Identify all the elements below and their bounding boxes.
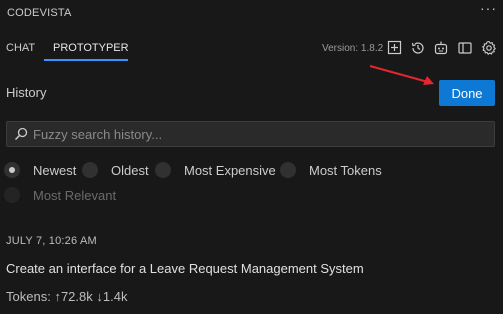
sort-option-newest[interactable]: Newest bbox=[4, 161, 76, 179]
sort-option-most-expensive[interactable]: Most Expensive bbox=[155, 161, 276, 179]
app-title: CODEVISTA bbox=[7, 7, 72, 19]
history-entry-title[interactable]: Create an interface for a Leave Request … bbox=[6, 261, 364, 276]
more-actions-icon[interactable]: ··· bbox=[480, 0, 497, 16]
radio-icon bbox=[155, 162, 171, 178]
search-input[interactable] bbox=[33, 122, 488, 146]
search-box bbox=[6, 121, 495, 147]
radio-icon bbox=[82, 162, 98, 178]
tokens-up-value: 72.8k bbox=[60, 289, 93, 304]
sort-option-label: Oldest bbox=[111, 162, 149, 178]
tab-chat[interactable]: CHAT bbox=[6, 42, 35, 54]
robot-icon[interactable] bbox=[433, 40, 449, 56]
history-icon[interactable] bbox=[410, 40, 426, 56]
version-label: Version: 1.8.2 bbox=[322, 43, 384, 54]
sort-option-most-relevant: Most Relevant bbox=[4, 186, 116, 204]
annotation-arrow bbox=[369, 65, 434, 85]
panel-icon[interactable] bbox=[457, 40, 473, 56]
title-bar: CODEVISTA ··· bbox=[0, 0, 503, 24]
tab-prototyper[interactable]: PROTOTYPER bbox=[53, 42, 129, 54]
history-heading: History bbox=[6, 85, 47, 100]
radio-icon bbox=[280, 162, 296, 178]
tokens-down-value: 1.4k bbox=[102, 289, 128, 304]
new-item-icon[interactable] bbox=[387, 40, 403, 56]
radio-icon bbox=[4, 187, 20, 203]
active-tab-indicator bbox=[44, 59, 128, 61]
tokens-label: Tokens: bbox=[6, 289, 51, 304]
sort-option-label: Most Tokens bbox=[309, 162, 382, 178]
search-icon bbox=[14, 127, 28, 146]
sort-option-label: Most Expensive bbox=[184, 162, 276, 178]
sort-option-label: Most Relevant bbox=[33, 187, 117, 203]
history-entry-date: JULY 7, 10:26 AM bbox=[6, 235, 97, 247]
gear-icon[interactable] bbox=[481, 40, 497, 56]
tab-bar: CHAT PROTOTYPER bbox=[0, 36, 503, 62]
sort-option-most-tokens[interactable]: Most Tokens bbox=[280, 161, 382, 179]
sort-option-label: Newest bbox=[33, 162, 77, 178]
history-entry-tokens: Tokens: ↑72.8k ↓1.4k bbox=[6, 289, 127, 304]
radio-selected-icon bbox=[4, 162, 20, 178]
done-button[interactable]: Done bbox=[439, 80, 495, 106]
sort-option-oldest[interactable]: Oldest bbox=[82, 161, 149, 179]
